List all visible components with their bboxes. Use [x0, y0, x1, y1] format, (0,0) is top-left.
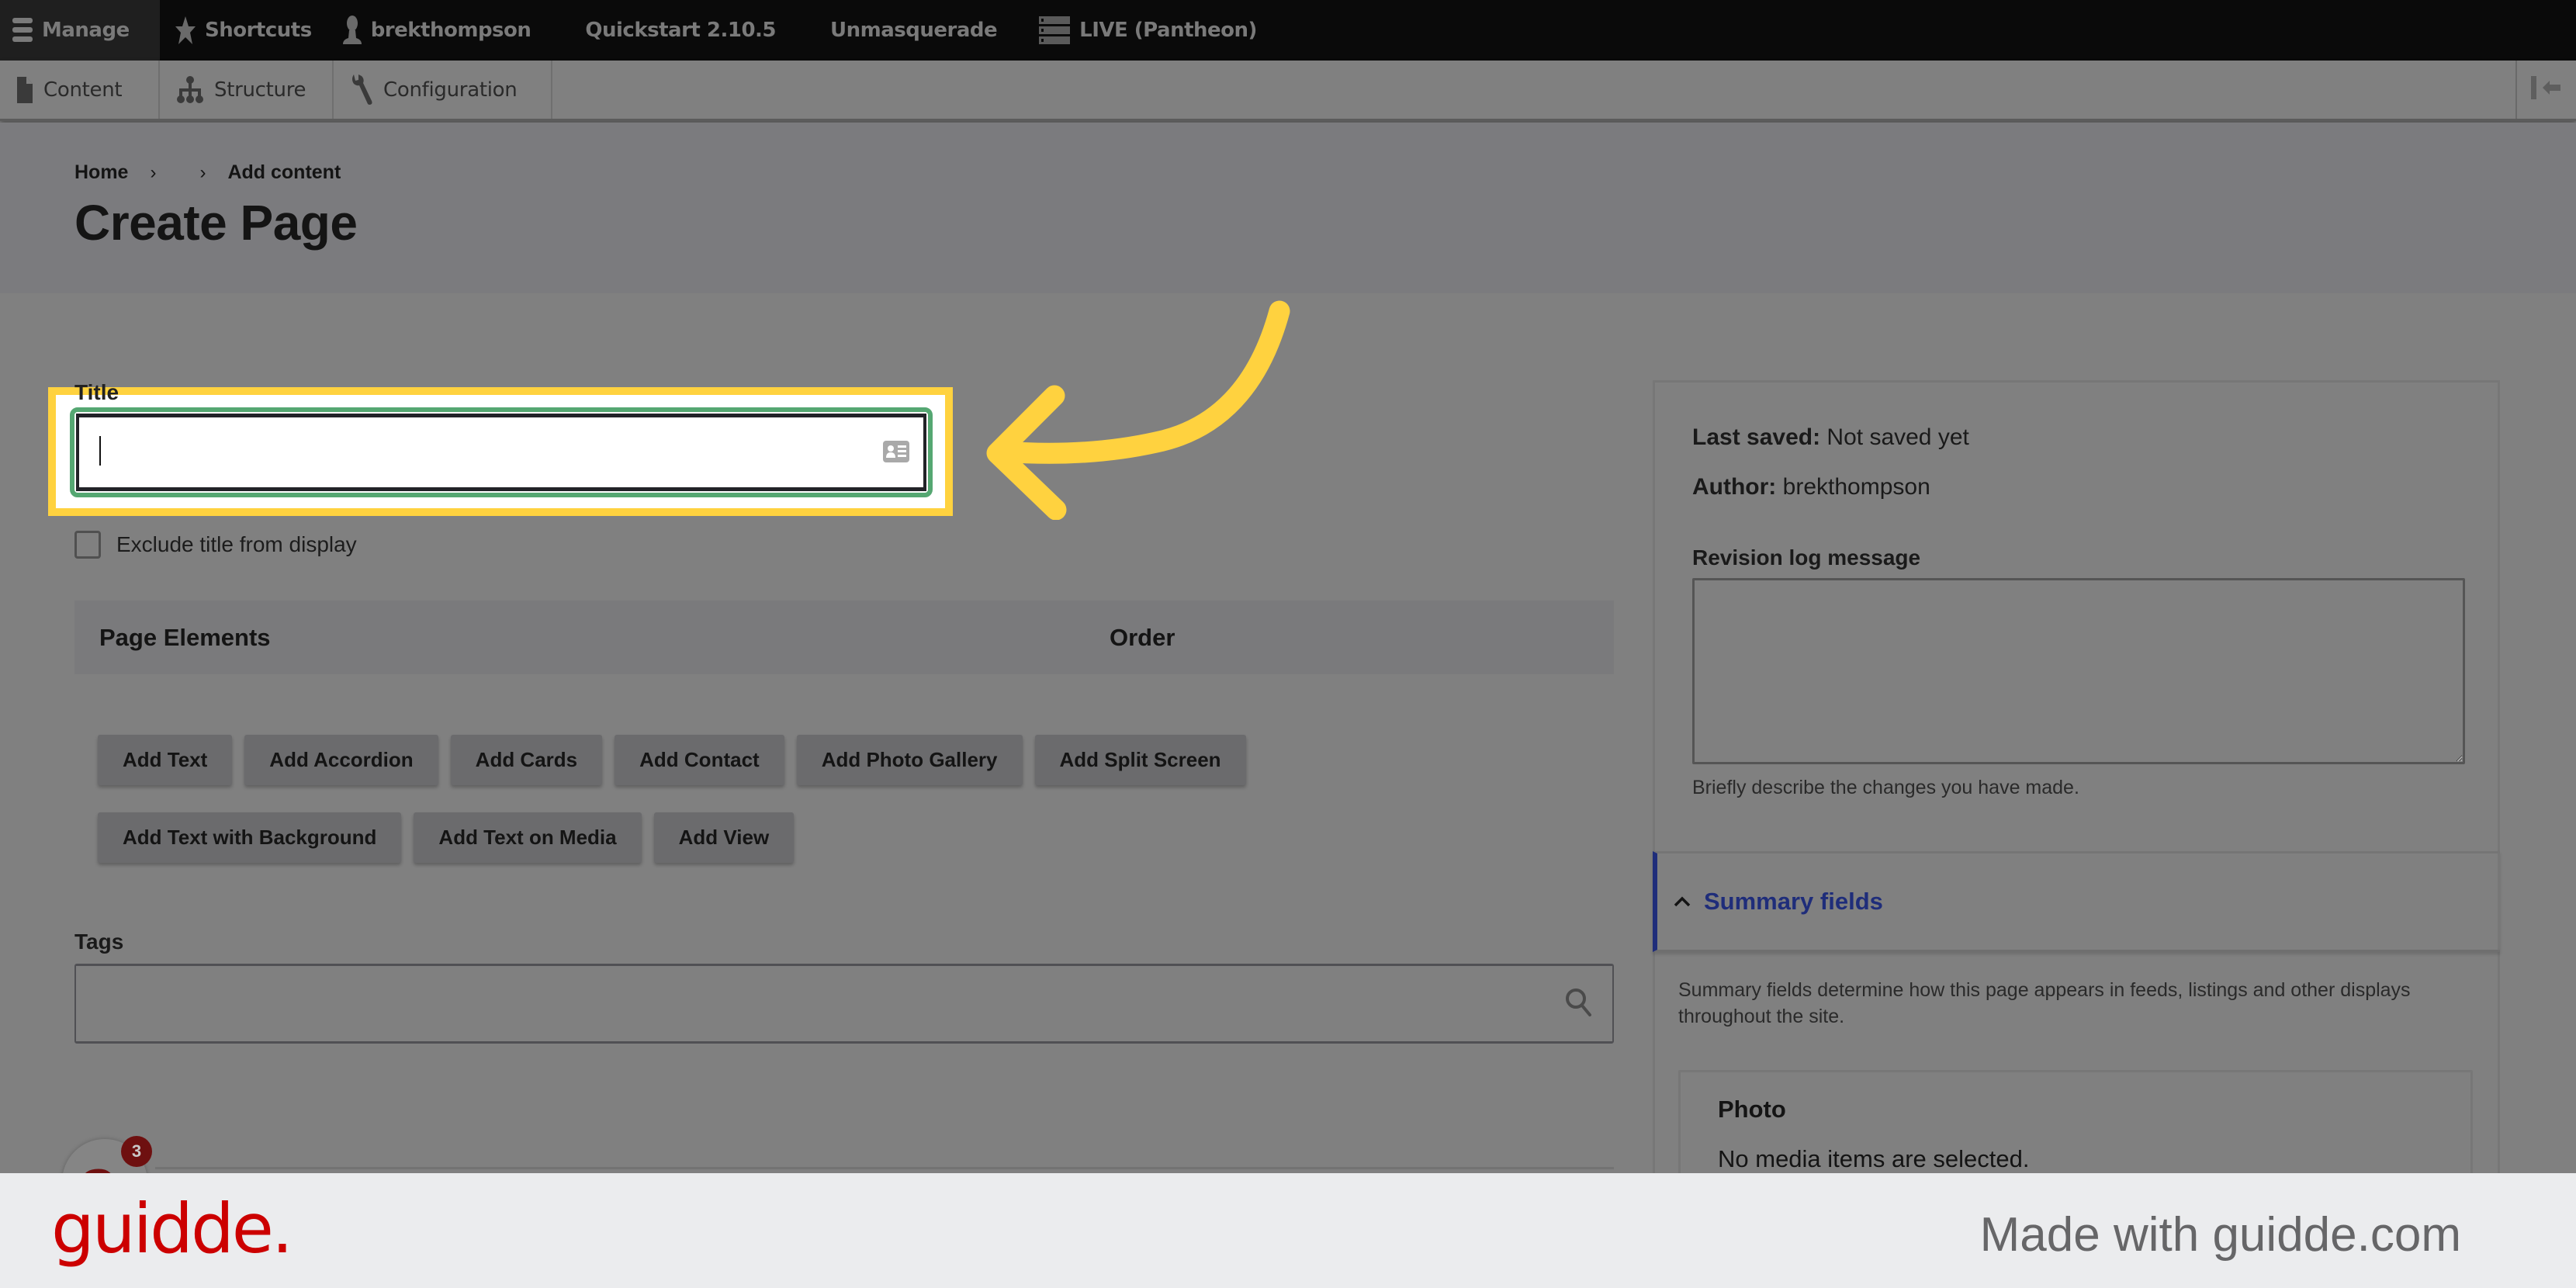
star-icon — [175, 16, 196, 45]
exclude-title-checkbox[interactable] — [74, 531, 101, 559]
toolbar-environment-label: LIVE (Pantheon) — [1079, 19, 1257, 42]
tray-item-content-label: Content — [43, 78, 123, 102]
author-label: Author: — [1692, 474, 1777, 500]
page-elements-table-header: Page Elements Order — [74, 601, 1614, 674]
toolbar-quickstart[interactable]: Quickstart 2.10.5 — [570, 0, 791, 61]
toolbar-unmasquerade[interactable]: Unmasquerade — [815, 0, 1013, 61]
admin-toolbar: Manage Shortcuts brekthompson Quickstart… — [0, 0, 2576, 61]
tags-input[interactable] — [74, 964, 1614, 1044]
add-contact-button[interactable]: Add Contact — [615, 735, 784, 785]
sitemap-icon — [177, 75, 203, 104]
add-text-on-media-button[interactable]: Add Text on Media — [414, 812, 642, 863]
toolbar-shortcuts[interactable]: Shortcuts — [160, 0, 327, 61]
person-icon — [342, 15, 362, 46]
admin-tray: Content Structure Configuration — [0, 61, 2576, 121]
chevron-up-icon — [1673, 895, 1691, 908]
revision-log-label: Revision log message — [1692, 545, 1921, 570]
tray-item-configuration[interactable]: Configuration — [334, 61, 552, 119]
toolbar-manage[interactable]: Manage — [0, 0, 160, 61]
page-elements-column: Page Elements — [99, 624, 271, 651]
tray-item-content[interactable]: Content — [0, 61, 160, 119]
add-text-with-background-button[interactable]: Add Text with Background — [98, 812, 402, 863]
order-column: Order — [1110, 624, 1175, 651]
guidde-logo: guidde. — [51, 1189, 293, 1269]
toolbar-shortcuts-label: Shortcuts — [205, 19, 312, 42]
add-buttons-row-1: Add Text Add Accordion Add Cards Add Con… — [98, 735, 1246, 785]
revision-log-textarea[interactable] — [1692, 578, 2465, 764]
tray-item-structure-label: Structure — [214, 78, 306, 102]
add-accordion-button[interactable]: Add Accordion — [244, 735, 438, 785]
title-label: Title — [74, 380, 119, 404]
guidde-footer: guidde. Made with guidde.com — [0, 1173, 2576, 1288]
last-saved: Last saved: Not saved yet — [1692, 424, 1969, 451]
toolbar-manage-label: Manage — [42, 19, 130, 42]
notification-badge: 3 — [121, 1136, 152, 1167]
divider — [155, 1167, 1614, 1169]
meta-sidebar: Last saved: Not saved yet Author: brekth… — [1653, 380, 2500, 1225]
add-buttons-row-2: Add Text with Background Add Text on Med… — [98, 812, 795, 863]
toolbar-user-label: brekthompson — [370, 19, 531, 42]
add-text-button[interactable]: Add Text — [98, 735, 233, 785]
page-header: Home › › Add content Create Page — [0, 123, 2576, 293]
contact-card-icon — [883, 441, 909, 466]
breadcrumb: Home › › Add content — [74, 161, 341, 184]
last-saved-label: Last saved: — [1692, 424, 1821, 450]
tray-item-configuration-label: Configuration — [383, 78, 518, 102]
toolbar-unmasquerade-label: Unmasquerade — [830, 19, 998, 42]
text-caret — [99, 436, 101, 466]
tags-label: Tags — [74, 930, 124, 954]
exclude-title-label: Exclude title from display — [116, 532, 357, 556]
made-with-tagline: Made with guidde.com — [1979, 1208, 2461, 1262]
file-icon — [17, 76, 33, 103]
server-icon — [1039, 16, 1071, 44]
last-saved-value: Not saved yet — [1826, 424, 1969, 450]
wrench-icon — [351, 74, 372, 106]
arrow-annotation-icon — [986, 300, 1290, 520]
add-view-button[interactable]: Add View — [653, 812, 795, 863]
author: Author: brekthompson — [1692, 474, 1930, 500]
toolbar-environment[interactable]: LIVE (Pantheon) — [1023, 0, 1272, 61]
summary-fields-title: Summary fields — [1704, 888, 1883, 915]
summary-fields-toggle[interactable]: Summary fields — [1653, 851, 2500, 952]
add-photo-gallery-button[interactable]: Add Photo Gallery — [796, 735, 1023, 785]
breadcrumb-separator: › — [150, 161, 157, 183]
author-value: brekthompson — [1782, 474, 1930, 500]
hamburger-icon — [12, 16, 33, 44]
exclude-title-option[interactable]: Exclude title from display — [74, 531, 357, 559]
page-title: Create Page — [74, 195, 358, 251]
breadcrumb-add-content[interactable]: Add content — [227, 161, 341, 184]
title-input[interactable] — [76, 414, 926, 491]
photo-empty-message: No media items are selected. — [1718, 1145, 2030, 1172]
add-split-screen-button[interactable]: Add Split Screen — [1034, 735, 1246, 785]
toolbar-quickstart-label: Quickstart 2.10.5 — [585, 19, 777, 42]
revision-log-description: Briefly describe the changes you have ma… — [1692, 777, 2079, 798]
toolbar-user[interactable]: brekthompson — [327, 0, 547, 61]
photo-title: Photo — [1718, 1096, 1786, 1123]
breadcrumb-home[interactable]: Home — [74, 161, 128, 184]
collapse-left-icon — [2531, 75, 2562, 104]
breadcrumb-separator: › — [199, 161, 206, 183]
add-cards-button[interactable]: Add Cards — [450, 735, 603, 785]
search-icon — [1564, 987, 1592, 1022]
tray-item-structure[interactable]: Structure — [160, 61, 334, 119]
tray-collapse-button[interactable] — [2515, 61, 2576, 119]
summary-fields-description: Summary fields determine how this page a… — [1678, 979, 2411, 1027]
